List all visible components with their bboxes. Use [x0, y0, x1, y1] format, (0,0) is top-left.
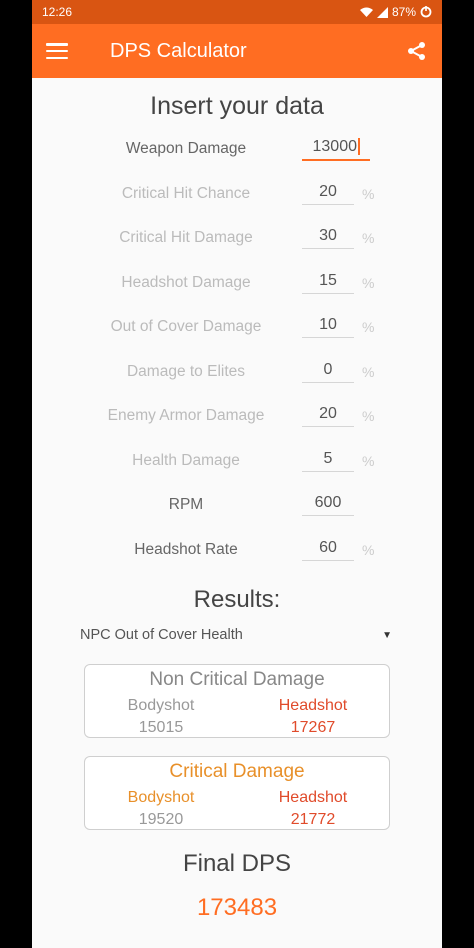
form-title: Insert your data	[150, 92, 324, 120]
headshot-damage-input[interactable]: 15	[302, 272, 354, 294]
field-label: Critical Hit Damage	[119, 229, 253, 247]
bodyshot-label: Bodyshot	[127, 697, 195, 714]
bodyshot-value: 19520	[138, 811, 184, 828]
field-label: Headshot Rate	[134, 540, 238, 558]
form-row: Headshot Damage 15 %	[32, 261, 442, 306]
battery-saver-icon	[420, 6, 432, 18]
field-label: Health Damage	[132, 451, 240, 469]
headshot-value: 21772	[290, 811, 336, 828]
form-row: Damage to Elites 0 %	[32, 350, 442, 395]
field-label: Damage to Elites	[126, 362, 246, 380]
unit-label: %	[362, 274, 375, 291]
form-row: Out of Cover Damage 10 %	[32, 305, 442, 350]
unit-label: %	[362, 408, 375, 425]
field-label: Critical Hit Chance	[121, 184, 251, 202]
status-bar: 12:26 87%	[32, 0, 442, 24]
non-critical-damage-card: Non Critical Damage Bodyshot 15015 Heads…	[84, 664, 390, 738]
dropdown-arrow-icon: ▼	[382, 629, 392, 641]
unit-label: %	[362, 185, 375, 202]
bodyshot-label: Bodyshot	[127, 789, 195, 806]
headshot-rate-input[interactable]: 60	[302, 539, 354, 561]
card-title: Critical Damage	[169, 761, 305, 782]
headshot-column: Headshot 21772	[237, 787, 389, 831]
wifi-icon	[359, 7, 373, 17]
enemy-armor-damage-input[interactable]: 20	[302, 405, 354, 428]
share-icon[interactable]	[406, 40, 428, 62]
dropdown-selected-value: NPC Out of Cover Health	[80, 627, 243, 643]
form-row: Weapon Damage 13000	[32, 127, 442, 172]
crit-damage-input[interactable]: 30	[302, 227, 354, 250]
weapon-damage-input[interactable]: 13000	[302, 138, 370, 161]
field-label: Enemy Armor Damage	[107, 407, 265, 425]
unit-label: %	[362, 541, 375, 558]
unit-label: %	[362, 452, 375, 469]
form-row: Critical Hit Damage 30 %	[32, 216, 442, 261]
battery-percent: 87%	[391, 5, 416, 19]
form-row: Headshot Rate 60 %	[32, 528, 442, 573]
app-bar: DPS Calculator	[32, 24, 442, 78]
out-of-cover-damage-input[interactable]: 10	[302, 316, 354, 339]
bodyshot-value: 15015	[138, 719, 184, 736]
card-title: Non Critical Damage	[149, 669, 325, 690]
field-label: RPM	[168, 496, 204, 514]
unit-label: %	[362, 319, 375, 336]
bodyshot-column: Bodyshot 19520	[85, 787, 237, 831]
field-label: Weapon Damage	[125, 140, 247, 158]
signal-icon	[376, 6, 388, 18]
field-label: Headshot Damage	[121, 273, 251, 291]
input-form: Weapon Damage 13000 Critical Hit Chance …	[32, 127, 442, 572]
form-row: RPM 600	[32, 483, 442, 528]
form-row: Enemy Armor Damage 20 %	[32, 394, 442, 439]
health-type-dropdown[interactable]: NPC Out of Cover Health ▼	[80, 622, 392, 648]
crit-chance-input[interactable]: 20	[302, 183, 354, 205]
rpm-input[interactable]: 600	[302, 494, 354, 517]
hamburger-menu-icon[interactable]	[46, 43, 68, 59]
text-caret	[358, 138, 360, 156]
form-row: Health Damage 5 %	[32, 439, 442, 484]
status-icons: 87%	[359, 5, 432, 19]
final-dps-title: Final DPS	[182, 850, 292, 877]
app-screen: 12:26 87% DPS Calculator Insert your dat…	[32, 0, 442, 948]
results-title: Results:	[193, 586, 281, 613]
critical-damage-card: Critical Damage Bodyshot 19520 Headshot …	[84, 756, 390, 830]
bodyshot-column: Bodyshot 15015	[85, 695, 237, 739]
headshot-column: Headshot 17267	[237, 695, 389, 739]
final-dps-value: 173483	[196, 894, 278, 921]
unit-label: %	[362, 363, 375, 380]
headshot-label: Headshot	[278, 789, 348, 806]
headshot-value: 17267	[290, 719, 336, 736]
app-title: DPS Calculator	[110, 39, 247, 62]
unit-label: %	[362, 230, 375, 247]
damage-to-elites-input[interactable]: 0	[302, 361, 354, 383]
status-time: 12:26	[42, 5, 73, 19]
health-damage-input[interactable]: 5	[302, 450, 354, 472]
form-row: Critical Hit Chance 20 %	[32, 172, 442, 217]
field-label: Out of Cover Damage	[110, 318, 262, 336]
headshot-label: Headshot	[278, 697, 348, 714]
